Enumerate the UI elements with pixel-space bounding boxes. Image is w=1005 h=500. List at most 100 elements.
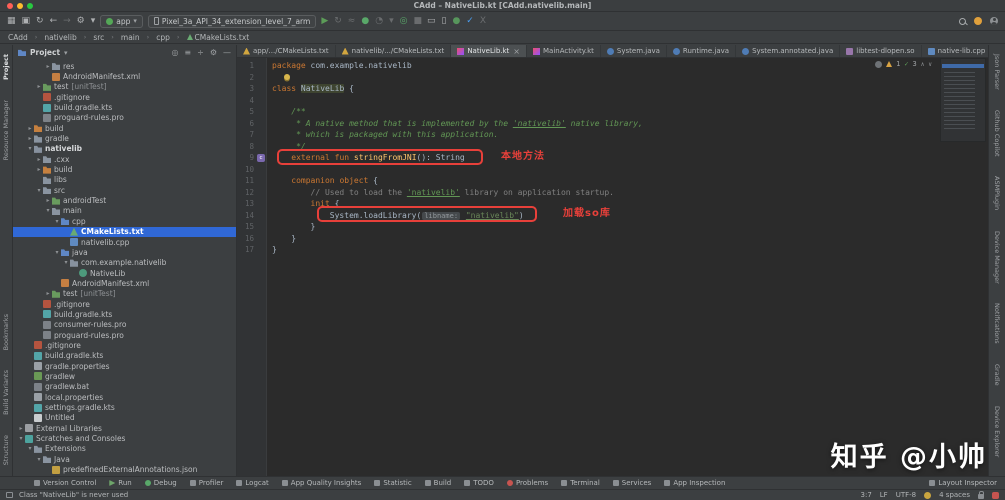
toolwindow-button-todo[interactable]: TODO (464, 479, 494, 487)
tab-mainactivity-kt[interactable]: MainActivity.kt (527, 45, 601, 57)
chevron-icon[interactable]: ▾ (35, 456, 43, 463)
profiler-caret-icon[interactable]: ▾ (389, 17, 394, 26)
tool-stripe-item-bookmarks[interactable]: Bookmarks (2, 314, 10, 350)
toolwindow-button-services[interactable]: Services (613, 479, 652, 487)
update-badge-icon[interactable] (974, 17, 982, 25)
tool-stripe-item-structure[interactable]: Structure (2, 435, 10, 465)
tool-stripe-item-notifications[interactable]: Notifications (993, 303, 1001, 344)
chevron-icon[interactable]: ▾ (35, 187, 43, 194)
run-icon[interactable]: ▶ (321, 17, 328, 26)
device-mirroring-icon[interactable]: ▭ (427, 17, 436, 26)
chevron-icon[interactable]: ▸ (44, 197, 52, 204)
tab-app-cmakelists-txt[interactable]: app/.../CMakeLists.txt (237, 45, 336, 57)
toolwindow-button-problems[interactable]: Problems (507, 479, 548, 487)
tool-stripe-item-project[interactable]: Project (2, 54, 10, 80)
inspections-widget[interactable]: 1 ✓ 3 ∧ ∨ (875, 60, 932, 68)
chevron-icon[interactable]: ▸ (44, 63, 52, 70)
code-line[interactable]: /** (272, 106, 988, 118)
breadcrumb-item[interactable]: CMakeLists.txt (187, 33, 250, 42)
tree-item-test[interactable]: ▸test[unitTest] (13, 289, 236, 299)
tab-nativelib-kt[interactable]: NativeLib.kt× (451, 45, 527, 57)
tab-system-annotated-java[interactable]: System.annotated.java (736, 45, 840, 57)
tool-stripe-item-gradle[interactable]: Gradle (993, 364, 1001, 386)
tree-item-androidmanifest-xml[interactable]: AndroidManifest.xml (13, 71, 236, 81)
chevron-icon[interactable]: ▸ (35, 83, 43, 90)
tree-item-main[interactable]: ▾main (13, 206, 236, 216)
intention-bulb-icon[interactable] (284, 74, 290, 80)
search-icon[interactable] (959, 18, 966, 25)
tree-item--gitignore[interactable]: .gitignore (13, 340, 236, 350)
toolwindow-button-profiler[interactable]: Profiler (190, 479, 224, 487)
chevron-down-icon[interactable]: ▾ (64, 49, 68, 57)
code-minimap[interactable] (940, 58, 986, 142)
code-line[interactable]: companion object { (272, 175, 988, 187)
code-line[interactable]: } (272, 221, 988, 233)
code-line[interactable]: */ (272, 141, 988, 153)
notification-badge-icon[interactable] (992, 492, 999, 499)
toolwindow-button-app-inspection[interactable]: App Inspection (664, 479, 725, 487)
caret-position[interactable]: 3:7 (861, 491, 872, 499)
chevron-icon[interactable]: ▸ (44, 290, 52, 297)
lock-icon[interactable] (978, 494, 984, 499)
apply-changes-icon[interactable]: ↻ (334, 17, 342, 26)
tab-libtest-dlopen-so[interactable]: libtest-dlopen.so (840, 45, 921, 57)
tree-item-proguard-rules-pro[interactable]: proguard-rules.pro (13, 113, 236, 123)
build-hammer-icon[interactable]: ⚙ (77, 17, 85, 26)
tree-item-build-gradle-kts[interactable]: build.gradle.kts (13, 351, 236, 361)
tree-item-proguard-rules-pro[interactable]: proguard-rules.pro (13, 330, 236, 340)
coverage-icon[interactable]: ◎ (400, 17, 408, 26)
save-all-icon[interactable]: ▣ (22, 17, 31, 26)
tree-item-test[interactable]: ▸test[unitTest] (13, 82, 236, 92)
toolwindow-button-terminal[interactable]: Terminal (561, 479, 600, 487)
sync-icon[interactable]: ↻ (36, 17, 44, 26)
tree-item-nativelib-cpp[interactable]: nativelib.cpp (13, 237, 236, 247)
close-icon[interactable]: × (513, 47, 520, 56)
chevron-icon[interactable]: ▸ (17, 425, 25, 432)
collapse-all-icon[interactable]: ÷ (197, 48, 204, 57)
toolwindow-button-build[interactable]: Build (425, 479, 452, 487)
stop-icon[interactable]: ■ (413, 17, 422, 26)
close-window-icon[interactable] (7, 3, 13, 9)
code-line[interactable]: external fun stringFromJNI(): String (272, 152, 988, 164)
expand-all-icon[interactable]: ≡ (184, 48, 191, 57)
emoji-feedback-icon[interactable] (924, 492, 931, 499)
chevron-icon[interactable]: ▾ (44, 207, 52, 214)
chevron-icon[interactable]: ▾ (53, 249, 61, 256)
chevron-icon[interactable]: ▸ (26, 125, 34, 132)
tree-item-libs[interactable]: libs (13, 175, 236, 185)
forward-icon[interactable]: → (63, 17, 71, 26)
tree-item-gradlew[interactable]: gradlew (13, 371, 236, 381)
code-line[interactable]: * A native method that is implemented by… (272, 118, 988, 130)
breadcrumb-item[interactable]: cpp (156, 33, 170, 42)
tool-stripe-item-github-copilot[interactable]: Github Copilot (993, 110, 1001, 157)
breadcrumb-item[interactable]: nativelib (44, 33, 76, 42)
locate-icon[interactable]: ◎ (171, 48, 178, 57)
code-line[interactable]: * which is packaged with this applicatio… (272, 129, 988, 141)
tree-item-build-gradle-kts[interactable]: build.gradle.kts (13, 102, 236, 112)
tool-stripe-item-device-explorer[interactable]: Device Explorer (993, 406, 1001, 457)
previous-highlight-icon[interactable]: ∧ (921, 61, 925, 68)
toolwindow-button-app-quality-insights[interactable]: App Quality Insights (282, 479, 362, 487)
toolwindow-button-run[interactable]: Run (109, 479, 131, 487)
tree-item-predefinedexternalannotations-json[interactable]: predefinedExternalAnnotations.json (13, 464, 236, 474)
profiler-icon[interactable]: ◔ (375, 17, 383, 26)
tool-stripe-item-device-manager[interactable]: Device Manager (993, 231, 1001, 284)
tree-item--cxx[interactable]: ▸.cxx (13, 154, 236, 164)
tree-item-androidmanifest-xml[interactable]: AndroidManifest.xml (13, 278, 236, 288)
code-line[interactable] (272, 95, 988, 107)
tab-system-java[interactable]: System.java (601, 45, 667, 57)
gradle-sync-ok-icon[interactable]: ● (452, 17, 460, 26)
breadcrumb-item[interactable]: src (93, 33, 104, 42)
tree-item-nativelib[interactable]: NativeLib (13, 268, 236, 278)
code-editor[interactable]: 123456789c1011121314151617 package com.e… (237, 58, 988, 476)
build-dropdown-caret-icon[interactable]: ▾ (91, 17, 96, 26)
native-method-gutter-icon[interactable]: c (257, 154, 265, 162)
toolwindow-button-layout-inspector[interactable]: Layout Inspector (929, 479, 1005, 487)
run-config-selector[interactable]: app ▾ (100, 15, 143, 28)
maximize-window-icon[interactable] (27, 3, 33, 9)
open-folder-icon[interactable]: ▦ (7, 17, 16, 26)
tree-item-nativelib[interactable]: ▾nativelib (13, 144, 236, 154)
chevron-icon[interactable]: ▾ (17, 435, 25, 442)
code-checks-icon[interactable]: ✓ (466, 17, 474, 26)
tab-runtime-java[interactable]: Runtime.java (667, 45, 736, 57)
